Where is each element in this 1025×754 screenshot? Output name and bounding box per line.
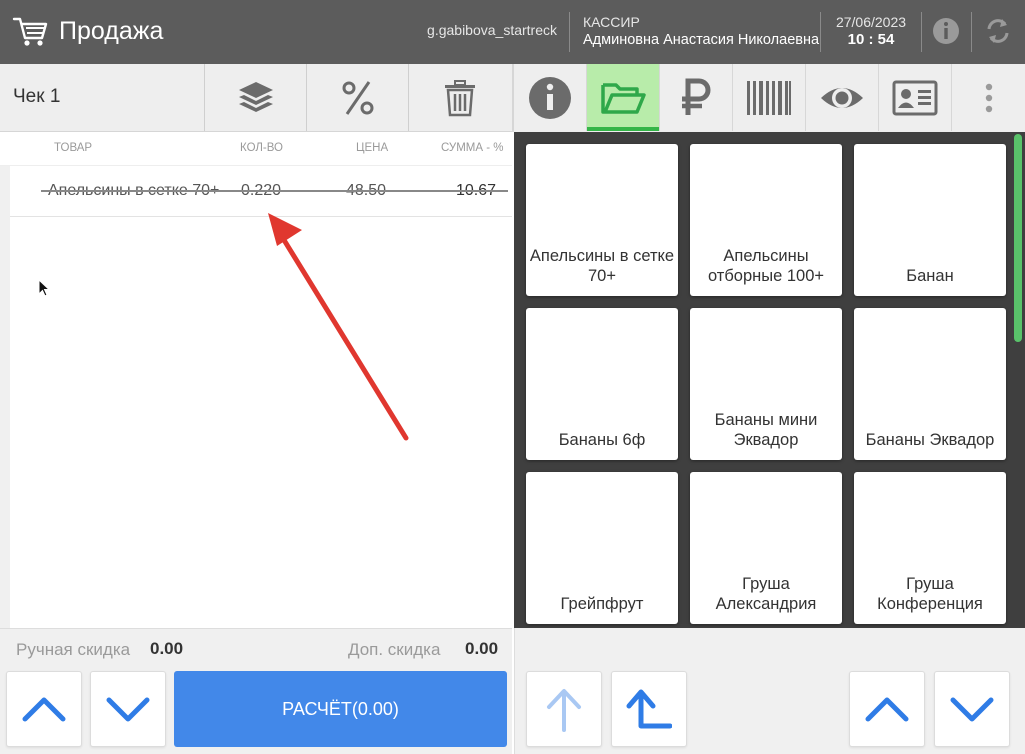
percent-icon — [342, 80, 373, 115]
ruble-icon — [682, 78, 711, 115]
trash-icon — [444, 79, 475, 116]
extra-discount-value: 0.00 — [465, 639, 499, 658]
header-divider — [971, 12, 972, 52]
info-button[interactable] — [514, 64, 587, 131]
id-card-icon — [892, 80, 938, 115]
grid-scrollbar-thumb[interactable] — [1014, 134, 1022, 342]
header-bar: Продажа g.gabibova_startreck КАССИР Адми… — [0, 0, 1025, 64]
cart-icon — [12, 17, 48, 46]
barcode-button[interactable] — [733, 64, 806, 131]
grid-scroll-down-button[interactable] — [934, 671, 1010, 747]
username-label: g.gabibova_startreck — [427, 22, 557, 38]
chevron-up-icon — [865, 697, 909, 722]
col-sum: СУММА - % — [441, 142, 504, 154]
product-tile[interactable]: Бананы 6ф — [526, 308, 678, 460]
header-divider — [569, 12, 570, 52]
date-label: 27/06/2023 — [835, 14, 907, 30]
receipt-actions: РАСЧЁТ(0.00) — [0, 670, 512, 754]
items-table-header: ТОВАР КОЛ-ВО ЦЕНА СУММА - % — [0, 132, 512, 166]
page-title: Продажа — [59, 17, 164, 45]
manual-discount-value: 0.00 — [150, 639, 184, 658]
product-tile[interactable]: Бананы Эквадор — [854, 308, 1006, 460]
product-tile[interactable]: Банан — [854, 144, 1006, 296]
sync-icon[interactable] — [983, 16, 1013, 46]
table-row[interactable]: Апельсины в сетке 70+ 0.220 48.50 10.67 — [10, 166, 512, 217]
discount-bar: Ручная скидка 0.00 Доп. скидка 0.00 — [0, 628, 512, 670]
view-button[interactable] — [806, 64, 879, 131]
info-icon — [529, 76, 571, 119]
level-up-icon — [626, 689, 672, 729]
eye-icon — [821, 87, 863, 108]
receipt-label: Чек 1 — [13, 86, 61, 107]
product-tile[interactable]: Апельсины в сетке 70+ — [526, 144, 678, 296]
col-product: ТОВАР — [54, 142, 93, 154]
catalog-toolbar — [512, 64, 1025, 132]
customer-card-button[interactable] — [879, 64, 952, 131]
product-tile[interactable]: Апельсины отборные 100+ — [690, 144, 842, 296]
more-vertical-icon — [985, 83, 992, 112]
catalog-navigation — [514, 628, 1025, 754]
header-divider — [921, 12, 922, 52]
receipt-toolbar: Чек 1 — [0, 64, 512, 132]
scroll-up-button[interactable] — [6, 671, 82, 747]
folder-open-icon — [601, 82, 646, 114]
layers-icon — [238, 81, 273, 112]
more-button[interactable] — [952, 64, 1025, 131]
chevron-down-icon — [950, 697, 994, 722]
catalog-folder-button[interactable] — [587, 64, 660, 131]
discount-button[interactable] — [306, 64, 408, 131]
manual-discount-label: Ручная скидка — [16, 640, 131, 659]
info-header-icon[interactable] — [931, 16, 961, 46]
arrow-up-icon — [547, 689, 581, 732]
folder-up-button[interactable] — [611, 671, 687, 747]
layers-button[interactable] — [204, 64, 306, 131]
extra-discount-label: Доп. скидка — [348, 640, 441, 659]
checkout-button[interactable]: РАСЧЁТ(0.00) — [174, 671, 507, 747]
barcode-icon — [747, 80, 791, 115]
product-grid: Апельсины в сетке 70+ Апельсины отборные… — [514, 132, 1011, 628]
product-tile[interactable]: Груша Конференция — [854, 472, 1006, 624]
cashier-name: Админовна Анастасия Николаевна — [583, 32, 820, 48]
app-window: Продажа g.gabibova_startreck КАССИР Адми… — [0, 0, 1025, 754]
col-qty: КОЛ-ВО — [240, 142, 283, 154]
chevron-down-icon — [106, 697, 150, 722]
list-left-strip — [0, 166, 10, 628]
cancelled-strikethrough — [41, 190, 508, 192]
chevron-up-icon — [22, 697, 66, 722]
mouse-cursor-icon — [38, 279, 51, 297]
product-tile[interactable]: Груша Александрия — [690, 472, 842, 624]
folder-root-button[interactable] — [526, 671, 602, 747]
receipt-items-list: Апельсины в сетке 70+ 0.220 48.50 10.67 — [0, 166, 512, 628]
time-label: 10 : 54 — [847, 31, 895, 48]
product-tile[interactable]: Грейпфрут — [526, 472, 678, 624]
scroll-down-button[interactable] — [90, 671, 166, 747]
delete-button[interactable] — [408, 64, 510, 131]
role-label: КАССИР — [583, 14, 640, 30]
col-price: ЦЕНА — [356, 142, 389, 154]
grid-scroll-up-button[interactable] — [849, 671, 925, 747]
header-divider — [820, 12, 821, 52]
product-tile[interactable]: Бананы мини Эквадор — [690, 308, 842, 460]
price-button[interactable] — [660, 64, 733, 131]
